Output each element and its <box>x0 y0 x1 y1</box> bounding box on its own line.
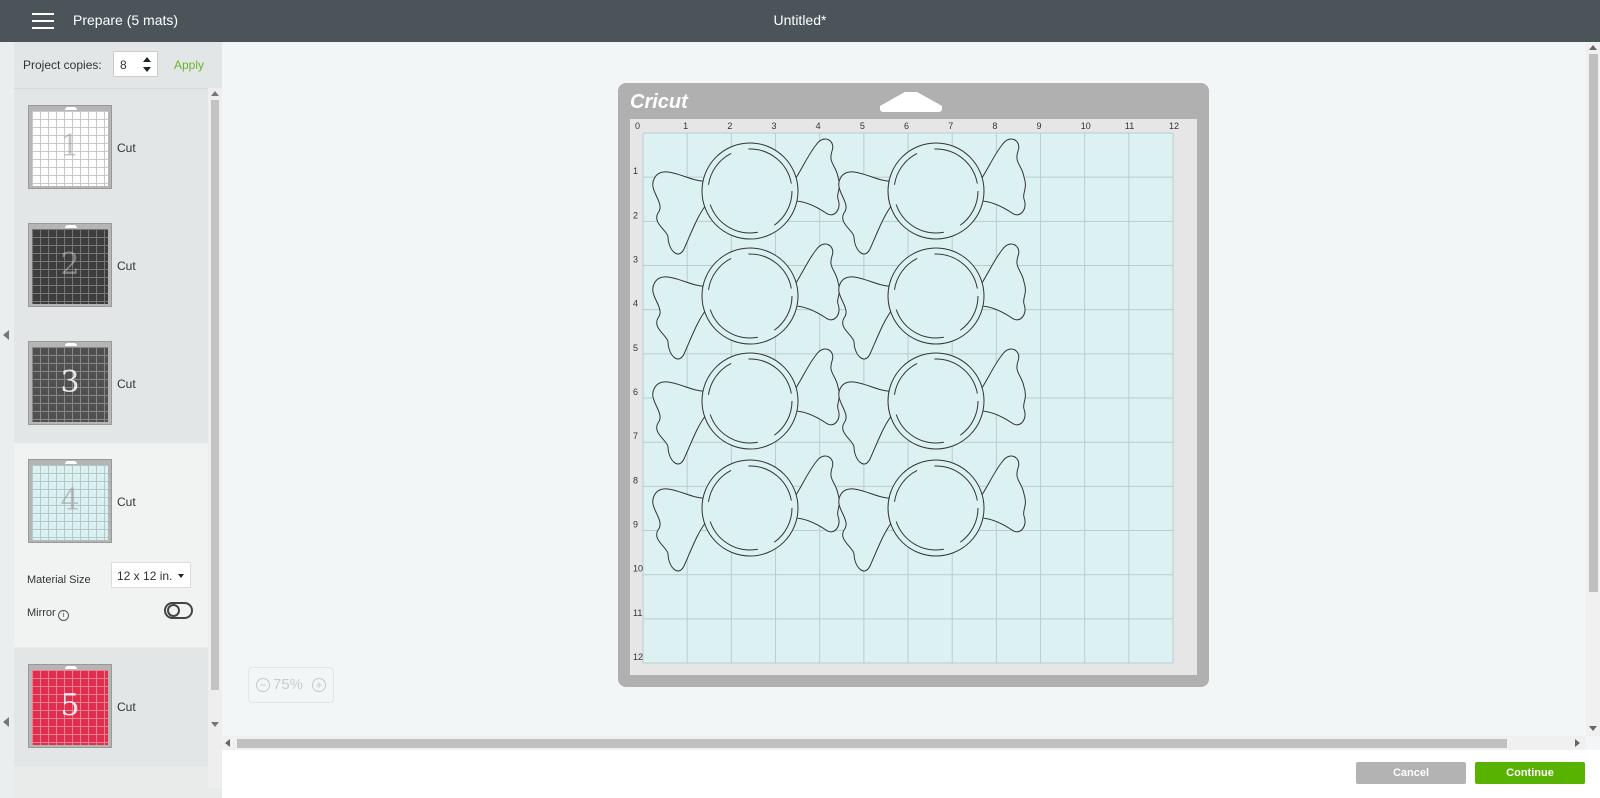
mat-grid-svg: 0 1 2 3 4 5 6 7 8 9 10 11 12 123456789101112 <box>630 119 1197 675</box>
mat-thumbnail: 4 <box>28 459 112 543</box>
mirror-toggle[interactable] <box>164 602 193 619</box>
ruler-x-label: 9 <box>1037 121 1042 131</box>
project-copies-label: Project copies: <box>23 58 102 72</box>
info-icon[interactable]: i <box>57 610 69 621</box>
ruler-x-label: 5 <box>860 121 865 131</box>
mat-mode-label: Cut <box>117 495 136 509</box>
ruler-x-label: 11 <box>1125 121 1134 131</box>
ruler-y-label: 11 <box>633 608 642 618</box>
mat-canvas[interactable]: 0 1 2 3 4 5 6 7 8 9 10 11 12 1 2 3 4 5 6 7 8 9 10 11 12 Cricut … <box>222 42 1600 736</box>
vertical-scroll-thumb[interactable] <box>1589 54 1598 592</box>
ruler-x-label: 0 <box>635 121 640 131</box>
ruler-y-label: 8 <box>633 475 638 485</box>
ruler-x-label: 2 <box>727 121 732 131</box>
mirror-label-text: Mirror <box>27 607 56 619</box>
material-size-dropdown[interactable]: 12 x 12 in. <box>111 562 191 588</box>
mat-number: 3 <box>60 365 80 400</box>
increment-arrow-icon[interactable] <box>143 57 151 62</box>
ruler-x-label: 4 <box>816 121 821 131</box>
ruler-x-label: 1 <box>683 121 688 131</box>
sidebar-scroll-thumb[interactable] <box>211 100 219 690</box>
continue-button[interactable]: Continue <box>1475 762 1585 784</box>
left-edge-handle[interactable] <box>0 42 14 798</box>
apply-button[interactable]: Apply <box>174 58 204 72</box>
mat-number: 4 <box>60 483 80 518</box>
zoom-out-icon[interactable]: − <box>256 678 270 692</box>
ruler-x-label: 3 <box>772 121 777 131</box>
ruler-y-label: 5 <box>633 343 638 353</box>
sidebar-scrollbar[interactable] <box>208 88 222 788</box>
mat-number: 1 <box>60 129 80 164</box>
zoom-control: − 75% + <box>248 667 334 703</box>
cutting-mat: 0 1 2 3 4 5 6 7 8 9 10 11 12 1 2 3 4 5 6 7 8 9 10 11 12 Cricut <box>618 83 1209 687</box>
horizontal-scroll-thumb[interactable] <box>237 739 1507 748</box>
collapse-arrow-icon[interactable] <box>3 330 9 340</box>
mat-number: 2 <box>60 247 80 282</box>
horizontal-scrollbar[interactable] <box>222 736 1586 750</box>
scroll-right-arrow-icon[interactable] <box>1575 739 1580 747</box>
ruler-y-label: 2 <box>633 210 638 220</box>
ruler-y-label: 4 <box>633 299 638 309</box>
mirror-label: Mirror i <box>27 607 69 621</box>
mat-item-2[interactable]: 2 Cut <box>14 207 208 325</box>
scroll-left-arrow-icon[interactable] <box>225 739 230 747</box>
mat-thumbnail: 2 <box>28 223 112 307</box>
decrement-arrow-icon[interactable] <box>143 67 151 72</box>
material-size-label: Material Size <box>27 574 91 586</box>
project-copies-input[interactable]: 8 <box>113 51 158 77</box>
scroll-up-arrow-icon[interactable] <box>1589 45 1597 50</box>
chevron-down-icon <box>178 574 184 578</box>
ruler-y-label: 3 <box>633 255 638 265</box>
ruler-x-label: 8 <box>992 121 997 131</box>
mat-number: 5 <box>60 688 80 723</box>
project-copies-value: 8 <box>120 58 127 72</box>
project-copies-bar: Project copies: 8 Apply <box>14 42 222 89</box>
collapse-arrow-icon[interactable] <box>3 717 9 727</box>
cancel-button[interactable]: Cancel <box>1356 762 1466 784</box>
zoom-level: 75% <box>273 676 304 693</box>
mat-item-5[interactable]: 5 Cut <box>14 648 208 766</box>
mat-item-1[interactable]: 1 Cut <box>14 89 208 207</box>
ruler-x-label: 12 <box>1169 121 1179 131</box>
mat-item-3[interactable]: 3 Cut <box>14 325 208 443</box>
mat-thumbnail: 5 <box>28 664 112 748</box>
mat-thumbnail: 3 <box>28 341 112 425</box>
vertical-scrollbar[interactable] <box>1586 42 1600 736</box>
ruler-x-label: 10 <box>1081 121 1091 131</box>
mat-item-4-selected[interactable]: 4 Cut Material Size 12 x 12 in. Mirror i <box>14 443 208 647</box>
ruler-y-label: 10 <box>633 564 643 574</box>
scroll-down-arrow-icon[interactable] <box>211 722 219 727</box>
ruler-y-label: 9 <box>633 520 638 530</box>
cricut-logo: Cricut <box>630 91 688 113</box>
zoom-in-icon[interactable]: + <box>312 678 326 692</box>
mat-thumbnail: 1 <box>28 105 112 189</box>
ruler-y-label: 1 <box>633 166 638 176</box>
mat-mode-label: Cut <box>117 377 136 391</box>
mats-sidebar: Project copies: 8 Apply 1 Cut 2 Cut 3 Cu… <box>14 42 222 798</box>
mat-mode-label: Cut <box>117 141 136 155</box>
top-bar: Prepare (5 mats) Untitled* <box>0 0 1600 42</box>
ruler-x-label: 6 <box>904 121 909 131</box>
scroll-up-arrow-icon[interactable] <box>211 91 219 96</box>
mat-mode-label: Cut <box>117 700 136 714</box>
material-size-value: 12 x 12 in. <box>117 569 173 583</box>
footer-bar: Cancel Continue <box>222 750 1600 798</box>
document-title: Untitled* <box>773 12 827 28</box>
ruler-x-label: 7 <box>948 121 953 131</box>
ruler-y-label: 7 <box>633 431 638 441</box>
ruler-y-label: 6 <box>633 387 638 397</box>
scroll-down-arrow-icon[interactable] <box>1589 726 1597 731</box>
mat-mode-label: Cut <box>117 259 136 273</box>
ruler-y-label: 12 <box>633 652 643 662</box>
